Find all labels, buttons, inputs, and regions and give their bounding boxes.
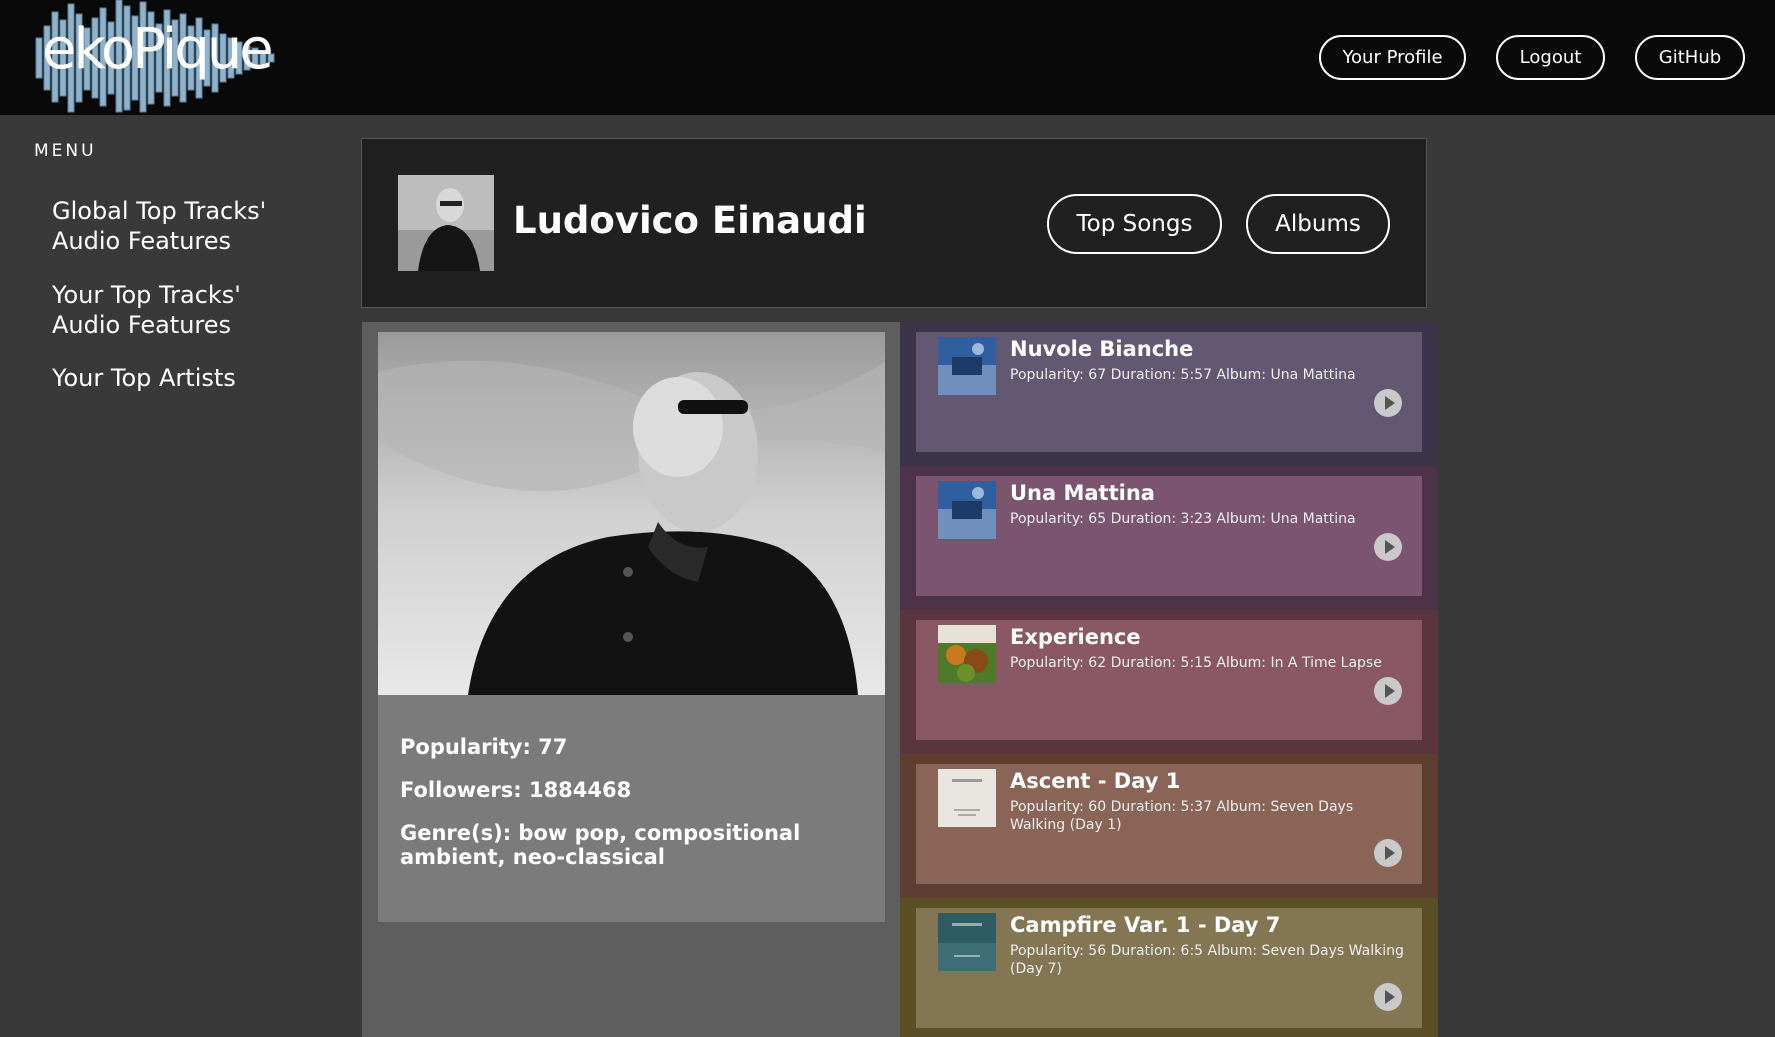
artist-avatar-icon <box>398 175 494 271</box>
album-cover-icon <box>938 337 996 395</box>
play-icon[interactable] <box>1374 677 1402 705</box>
album-cover-icon <box>938 913 996 971</box>
play-icon[interactable] <box>1374 839 1402 867</box>
artist-name: Ludovico Einaudi <box>513 199 867 242</box>
track-meta: Popularity: 65 Duration: 3:23 Album: Una… <box>1010 511 1356 527</box>
your-profile-button[interactable]: Your Profile <box>1319 35 1466 80</box>
album-cover <box>938 337 996 395</box>
albums-button[interactable]: Albums <box>1246 194 1390 254</box>
artist-popularity: Popularity: 77 <box>400 735 568 759</box>
artist-thumbnail <box>398 175 494 271</box>
track-title: Nuvole Bianche <box>1010 337 1194 361</box>
top-songs-button[interactable]: Top Songs <box>1047 194 1222 254</box>
menu-heading: MENU <box>34 141 97 161</box>
track-item: Nuvole Bianche Popularity: 67 Duration: … <box>900 322 1438 466</box>
artist-genres: Genre(s): bow pop, compositional ambient… <box>400 821 801 869</box>
track-item: Una Mattina Popularity: 65 Duration: 3:2… <box>900 466 1438 610</box>
artist-info-panel: Popularity: 77 Followers: 1884468 Genre(… <box>362 322 901 1037</box>
play-icon[interactable] <box>1374 389 1402 417</box>
track-card[interactable]: Experience Popularity: 62 Duration: 5:15… <box>916 620 1422 740</box>
track-item: Ascent - Day 1 Popularity: 60 Duration: … <box>900 754 1438 898</box>
artist-portrait <box>378 332 885 695</box>
track-meta: Popularity: 62 Duration: 5:15 Album: In … <box>1010 655 1382 671</box>
sidebar-item-global-top-tracks[interactable]: Global Top Tracks' Audio Features <box>52 196 312 256</box>
album-cover <box>938 481 996 539</box>
track-card[interactable]: Ascent - Day 1 Popularity: 60 Duration: … <box>916 764 1422 884</box>
track-title: Campfire Var. 1 - Day 7 <box>1010 913 1281 937</box>
track-item: Experience Popularity: 62 Duration: 5:15… <box>900 610 1438 754</box>
top-bar: ekoPique Your Profile Logout GitHub <box>0 0 1775 115</box>
album-cover <box>938 913 996 971</box>
album-cover <box>938 625 996 683</box>
track-title: Una Mattina <box>1010 481 1155 505</box>
track-meta: Popularity: 60 Duration: 5:37 Album: Sev… <box>1010 799 1354 833</box>
track-meta: Popularity: 67 Duration: 5:57 Album: Una… <box>1010 367 1356 383</box>
track-card[interactable]: Campfire Var. 1 - Day 7 Popularity: 56 D… <box>916 908 1422 1028</box>
track-card[interactable]: Una Mattina Popularity: 65 Duration: 3:2… <box>916 476 1422 596</box>
track-card[interactable]: Nuvole Bianche Popularity: 67 Duration: … <box>916 332 1422 452</box>
album-cover-icon <box>938 625 996 683</box>
artist-photo-icon <box>378 332 885 695</box>
artist-stats: Popularity: 77 Followers: 1884468 Genre(… <box>378 695 885 922</box>
logo-text: ekoPique <box>42 17 274 82</box>
album-cover <box>938 769 996 827</box>
play-icon[interactable] <box>1374 983 1402 1011</box>
track-title: Ascent - Day 1 <box>1010 769 1181 793</box>
album-cover-icon <box>938 481 996 539</box>
logo[interactable]: ekoPique <box>34 0 278 115</box>
logout-button[interactable]: Logout <box>1496 35 1605 80</box>
artist-header: Ludovico Einaudi Top Songs Albums <box>361 138 1427 308</box>
artist-followers: Followers: 1884468 <box>400 778 632 802</box>
sidebar-item-your-top-tracks[interactable]: Your Top Tracks' Audio Features <box>52 280 312 340</box>
track-item: Campfire Var. 1 - Day 7 Popularity: 56 D… <box>900 898 1438 1037</box>
track-title: Experience <box>1010 625 1141 649</box>
sidebar-item-your-top-artists[interactable]: Your Top Artists <box>52 363 312 393</box>
track-meta: Popularity: 56 Duration: 6:5 Album: Seve… <box>1010 943 1404 977</box>
play-icon[interactable] <box>1374 533 1402 561</box>
album-cover-icon <box>938 769 996 827</box>
github-button[interactable]: GitHub <box>1635 35 1745 80</box>
